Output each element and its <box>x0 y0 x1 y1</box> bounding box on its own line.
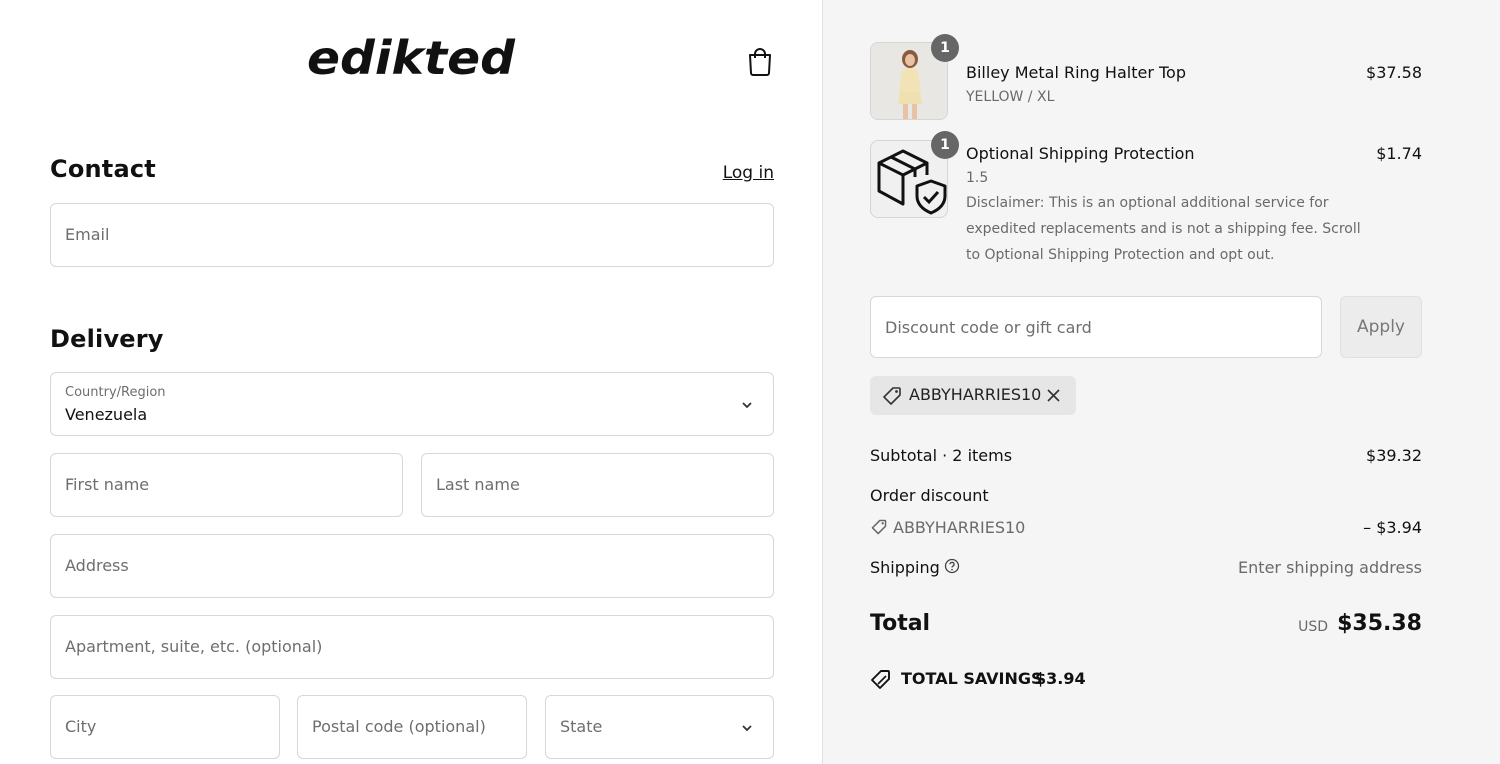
address-field[interactable]: Address <box>50 534 774 598</box>
discount-value: – $3.94 <box>1363 518 1422 537</box>
email-field[interactable]: Email <box>50 203 774 267</box>
delivery-heading: Delivery <box>50 325 164 353</box>
total-value: $35.38 <box>1337 611 1422 636</box>
quantity-badge: 1 <box>931 34 959 62</box>
postal-code-field[interactable]: Postal code (optional) <box>297 695 527 759</box>
savings-label: TOTAL SAVINGS <box>901 669 1043 688</box>
order-discount-label: Order discount <box>870 486 989 505</box>
brand-logo[interactable]: edikted <box>305 30 520 92</box>
applied-discount-chip: ABBYHARRIES10 <box>870 376 1076 415</box>
item-price: $1.74 <box>1376 144 1422 163</box>
item-disclaimer: Disclaimer: This is an optional addition… <box>966 195 1361 263</box>
shopping-bag-icon[interactable] <box>746 46 774 76</box>
remove-discount-icon[interactable] <box>1045 387 1062 404</box>
state-select[interactable]: State <box>545 695 774 759</box>
contact-heading: Contact <box>50 155 156 183</box>
item-name: Billey Metal Ring Halter Top <box>966 63 1186 82</box>
chevron-down-icon <box>742 402 752 409</box>
country-value: Venezuela <box>65 405 148 424</box>
savings-value: $3.94 <box>1035 669 1086 688</box>
last-name-field[interactable]: Last name <box>421 453 774 517</box>
shipping-value: Enter shipping address <box>1238 558 1422 577</box>
address-placeholder: Address <box>65 556 129 575</box>
quantity-badge: 1 <box>931 131 959 159</box>
help-icon[interactable] <box>944 558 960 574</box>
discount-placeholder: Discount code or gift card <box>885 318 1092 337</box>
applied-code: ABBYHARRIES10 <box>909 385 1042 404</box>
last-name-placeholder: Last name <box>436 475 520 494</box>
svg-text:edikted: edikted <box>307 31 516 85</box>
tag-icon <box>883 387 901 405</box>
first-name-placeholder: First name <box>65 475 150 494</box>
tag-icon <box>871 519 887 535</box>
subtotal-value: $39.32 <box>1366 446 1422 465</box>
city-placeholder: City <box>65 717 97 736</box>
currency-code: USD <box>1298 619 1328 635</box>
log-in-link[interactable]: Log in <box>723 163 774 183</box>
apply-button[interactable]: Apply <box>1340 296 1422 358</box>
discount-code-field[interactable]: Discount code or gift card <box>870 296 1322 358</box>
item-variant: YELLOW / XL <box>966 89 1055 105</box>
total-label: Total <box>870 611 931 636</box>
apartment-field[interactable]: Apartment, suite, etc. (optional) <box>50 615 774 679</box>
state-placeholder: State <box>560 717 603 736</box>
email-placeholder: Email <box>65 225 110 244</box>
item-price: $37.58 <box>1366 63 1422 82</box>
country-label: Country/Region <box>65 385 166 400</box>
subtotal-label: Subtotal · 2 items <box>870 446 1013 465</box>
item-name: Optional Shipping Protection <box>966 144 1195 163</box>
savings-tag-icon <box>871 670 890 689</box>
apartment-placeholder: Apartment, suite, etc. (optional) <box>65 637 323 656</box>
postal-code-placeholder: Postal code (optional) <box>312 717 486 736</box>
discount-code-label: ABBYHARRIES10 <box>893 518 1026 537</box>
first-name-field[interactable]: First name <box>50 453 403 517</box>
country-select[interactable]: Country/Region Venezuela <box>50 372 774 436</box>
city-field[interactable]: City <box>50 695 280 759</box>
shipping-label: Shipping <box>870 558 940 577</box>
item-variant: 1.5 <box>966 170 989 186</box>
checkout-form-panel: edikted Contact Log in Email Delivery Co… <box>0 0 822 764</box>
chevron-down-icon <box>742 725 752 732</box>
